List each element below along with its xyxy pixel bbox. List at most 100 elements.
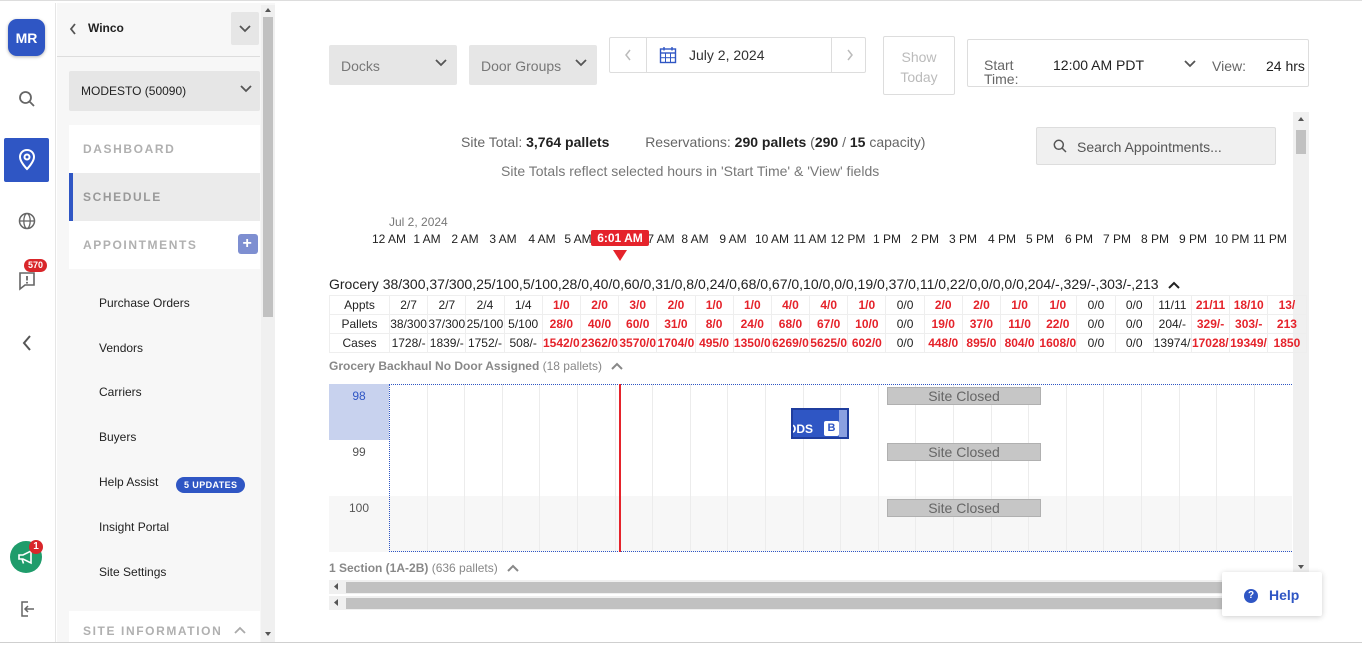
site-select[interactable]: MODESTO (50090) <box>69 71 260 111</box>
logout-icon[interactable] <box>4 587 49 631</box>
scroll-down-arrow-icon[interactable] <box>1297 564 1305 570</box>
door-groups-select[interactable]: Door Groups <box>469 45 597 85</box>
summary-cell: 68/0 <box>770 314 811 334</box>
view-label: View: <box>1212 58 1246 74</box>
chevron-down-icon <box>435 59 447 67</box>
nav-site-information[interactable]: SITE INFORMATION <box>69 611 260 642</box>
nav-appointments[interactable]: APPOINTMENTS + <box>69 221 260 269</box>
user-avatar[interactable]: MR <box>8 19 45 56</box>
date-field[interactable]: July 2, 2024 <box>646 38 832 72</box>
sidebar: Winco MODESTO (50090) DASHBOARD SCHEDULE… <box>57 3 275 642</box>
location-pin-icon[interactable] <box>4 138 49 182</box>
summary-cell: 0/0 <box>1076 314 1116 334</box>
timeline-hour-label: 6 PM <box>1064 232 1094 246</box>
search-input[interactable]: Search Appointments... <box>1077 139 1222 155</box>
timeline-hour-label: 2 PM <box>910 232 940 246</box>
summary-cell: 2/0 <box>961 295 1002 315</box>
back-chevron-icon[interactable] <box>69 23 77 35</box>
date-picker: July 2, 2024 <box>609 37 866 73</box>
horizontal-scroll-thumb[interactable] <box>346 582 1226 593</box>
group-pallets: 38/300,37/300,25/100,5/100,28/0,40/0,60/… <box>382 276 1159 292</box>
org-dropdown-button[interactable] <box>231 12 259 45</box>
horizontal-scroll-thumb[interactable] <box>346 598 1226 609</box>
help-question-icon: ? <box>1244 589 1258 603</box>
summary-cell: 329/- <box>1190 314 1231 334</box>
appointment-card[interactable]: ODS B <box>791 408 849 439</box>
door-label: 99 <box>352 445 366 459</box>
scroll-left-arrow-icon[interactable] <box>333 598 339 607</box>
announcements-count-badge: 1 <box>29 540 43 554</box>
appointment-resize-handle[interactable] <box>839 410 847 437</box>
scroll-left-arrow-icon[interactable] <box>333 582 339 591</box>
summary-cell: 895/0 <box>961 333 1002 353</box>
summary-cell: 1608/0 <box>1038 333 1078 353</box>
horizontal-scrollbar[interactable] <box>329 596 1292 610</box>
nav-dashboard[interactable]: DASHBOARD <box>69 125 260 173</box>
search-appointments[interactable]: Search Appointments... <box>1036 127 1276 165</box>
nav-help-assist[interactable]: Help Assist <box>99 475 158 489</box>
help-button[interactable]: ? Help <box>1222 572 1322 616</box>
summary-cell: 38/300 <box>388 314 429 334</box>
collapse-chevron-icon[interactable] <box>4 321 49 365</box>
backhaul-header[interactable]: Grocery Backhaul No Door Assigned (18 pa… <box>329 359 624 373</box>
chevron-up-icon[interactable] <box>611 362 624 370</box>
summary-cell: 2/0 <box>579 295 620 315</box>
summary-cell: 0/0 <box>1076 295 1116 315</box>
summary-cell: 4/0 <box>770 295 811 315</box>
nav-schedule[interactable]: SCHEDULE <box>69 173 260 221</box>
summary-cell: 1752/- <box>465 333 505 353</box>
docks-select-label: Docks <box>341 58 380 74</box>
show-today-button[interactable]: Show Today <box>883 36 955 95</box>
scroll-up-arrow-icon[interactable] <box>1297 116 1305 122</box>
summary-cell: 0/0 <box>1076 333 1116 353</box>
summary-cell: 18/10 <box>1229 295 1269 315</box>
sidebar-scrollbar[interactable] <box>261 5 275 642</box>
summary-row-label: Cases <box>329 333 390 353</box>
next-day-button[interactable] <box>832 38 868 72</box>
summary-cell: 1850 <box>1267 333 1307 353</box>
sidebar-scroll-thumb[interactable] <box>263 17 273 317</box>
add-appointment-button[interactable]: + <box>238 234 258 254</box>
horizontal-scrollbar[interactable] <box>329 580 1292 594</box>
group-summary-table: Appts 2/7 2/7 2/4 1/4 1/0 2/0 3/0 2/0 1/0 1/0 4/0 4/… <box>329 295 1307 353</box>
nav-buyers[interactable]: Buyers <box>99 430 136 444</box>
prev-day-button[interactable] <box>610 38 646 72</box>
timeline-hour-label: 11 PM <box>1253 232 1287 246</box>
nav-carriers[interactable]: Carriers <box>99 385 142 399</box>
summary-cell: 2/7 <box>388 295 429 315</box>
view-select[interactable]: 24 hrs <box>1266 58 1305 74</box>
group-header[interactable]: Grocery 38/300,37/300,25/100,5/100,28/0,… <box>329 276 1181 292</box>
summary-cell: 1/0 <box>732 295 772 315</box>
globe-icon[interactable] <box>4 199 49 243</box>
nav-vendors[interactable]: Vendors <box>99 341 143 355</box>
summary-cell: 25/100 <box>465 314 505 334</box>
summary-cell: 11/0 <box>999 314 1040 334</box>
capacity-used: 290 <box>814 134 839 150</box>
timeline-hour-label: 3 AM <box>489 232 517 246</box>
summary-cell: 2/0 <box>923 295 963 315</box>
summary-cell: 8/0 <box>694 314 734 334</box>
start-time-select[interactable]: 12:00 AM PDT <box>1053 57 1144 73</box>
site-total-value: 3,764 pallets <box>526 134 610 150</box>
section-header[interactable]: 1 Section (1A-2B) (636 pallets) <box>329 561 519 575</box>
search-icon[interactable] <box>4 77 49 121</box>
chevron-left-icon <box>625 49 631 61</box>
appointment-badge: B <box>824 421 839 436</box>
nav-site-settings[interactable]: Site Settings <box>99 565 166 579</box>
chevron-up-icon[interactable] <box>507 564 519 572</box>
chevron-up-icon[interactable] <box>1168 281 1181 289</box>
docks-select[interactable]: Docks <box>329 45 457 85</box>
timeline-hour-label: 5 PM <box>1025 232 1055 246</box>
nav-purchase-orders[interactable]: Purchase Orders <box>99 296 190 310</box>
summary-cell: 2362/0 <box>579 333 620 353</box>
summary-cell: 1/0 <box>694 295 734 315</box>
schedule-scroll-thumb[interactable] <box>1296 130 1306 154</box>
timeline-hour-label: 1 AM <box>413 232 441 246</box>
summary-cell: 37/0 <box>961 314 1002 334</box>
timeline-hour-label: 11 AM <box>793 232 827 246</box>
chevron-down-icon[interactable] <box>1184 60 1196 68</box>
current-time-marker <box>613 250 627 261</box>
nav-insight-portal[interactable]: Insight Portal <box>99 520 169 534</box>
scroll-up-arrow-icon[interactable] <box>264 7 272 13</box>
scroll-down-arrow-icon[interactable] <box>264 631 272 637</box>
